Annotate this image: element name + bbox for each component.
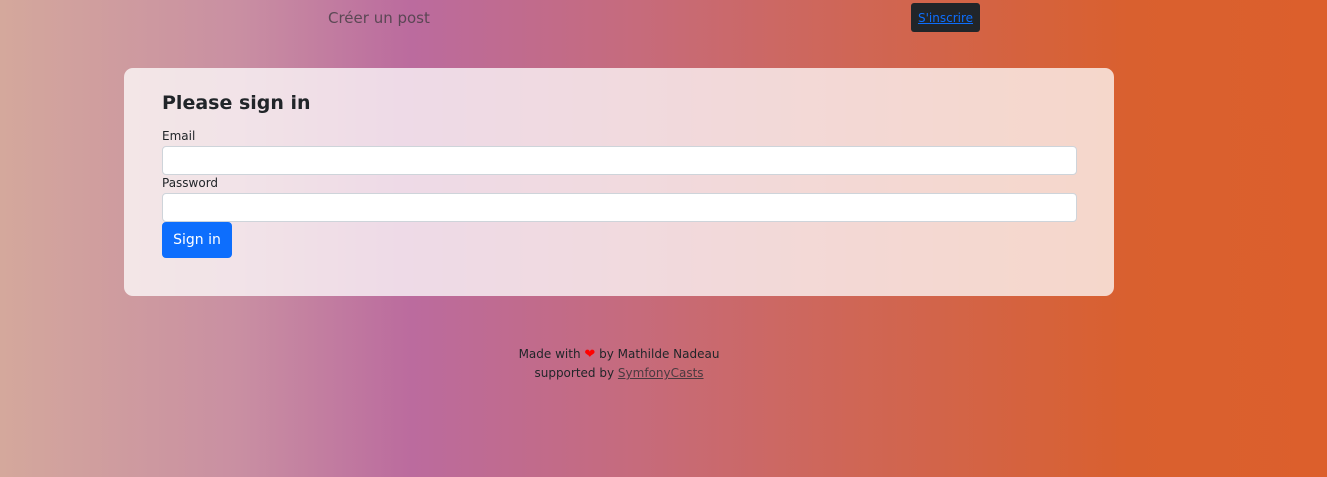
footer-credit-line: Made with ❤ by Mathilde Nadeau xyxy=(0,345,1238,364)
login-title: Please sign in xyxy=(162,92,311,114)
footer-author: by Mathilde Nadeau xyxy=(599,347,720,361)
login-card: Please sign in Email Password Sign in xyxy=(124,68,1114,296)
signup-link[interactable]: S'inscrire xyxy=(918,11,973,25)
password-input[interactable] xyxy=(162,193,1077,222)
footer-support-line: supported by SymfonyCasts xyxy=(0,364,1238,382)
sign-in-button[interactable]: Sign in xyxy=(162,222,232,258)
password-label: Password xyxy=(162,176,219,190)
footer-made-with: Made with xyxy=(518,347,581,361)
heart-icon: ❤ xyxy=(584,347,596,362)
footer: Made with ❤ by Mathilde Nadeau supported… xyxy=(0,345,1238,382)
email-label: Email xyxy=(162,129,196,143)
email-input[interactable] xyxy=(162,146,1077,175)
nav-create-post-link[interactable]: Créer un post xyxy=(328,9,430,27)
symfonycasts-link[interactable]: SymfonyCasts xyxy=(618,366,704,380)
signup-button[interactable]: S'inscrire xyxy=(911,3,980,32)
footer-supported-by: supported by xyxy=(534,366,615,380)
